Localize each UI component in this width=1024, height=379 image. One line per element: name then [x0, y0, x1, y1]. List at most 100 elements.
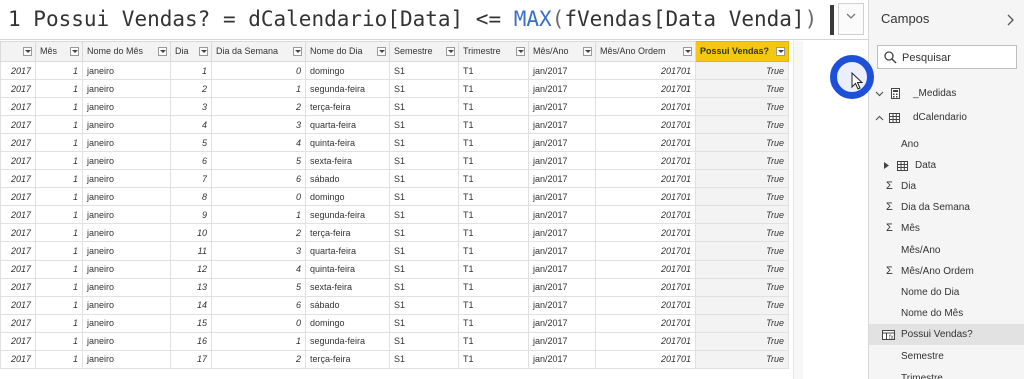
table-cell[interactable]: terça-feira [305, 349, 390, 369]
table-cell[interactable]: 17 [170, 349, 212, 369]
table-cell[interactable]: quinta-feira [305, 259, 390, 279]
table-cell[interactable]: 1 [35, 169, 83, 189]
column-header[interactable]: Nome do Mês [82, 41, 171, 62]
table-cell[interactable]: jan/2017 [528, 205, 596, 225]
table-cell[interactable]: 1 [35, 133, 83, 153]
column-header[interactable]: Dia da Semana [211, 41, 306, 62]
table-cell[interactable]: jan/2017 [528, 115, 596, 135]
table-cell[interactable]: T1 [458, 331, 529, 351]
table-cell[interactable]: jan/2017 [528, 313, 596, 333]
table-cell[interactable]: S1 [389, 259, 459, 279]
table-cell[interactable]: T1 [458, 169, 529, 189]
column-header[interactable]: Ano [0, 41, 36, 62]
table-cell[interactable]: 1 [35, 223, 83, 243]
table-cell[interactable]: janeiro [82, 331, 171, 351]
table-cell[interactable]: jan/2017 [528, 349, 596, 369]
table-cell[interactable]: 3 [170, 97, 212, 117]
chevron-right-icon[interactable] [1007, 14, 1015, 26]
table-cell[interactable]: S1 [389, 133, 459, 153]
table-dcalendario[interactable]: dCalendario [869, 107, 1024, 128]
table-cell[interactable]: 2017 [0, 223, 36, 243]
table-cell[interactable]: jan/2017 [528, 241, 596, 261]
table-cell[interactable]: 2017 [0, 133, 36, 153]
table-cell[interactable]: 6 [211, 169, 306, 189]
table-cell[interactable]: 2017 [0, 259, 36, 279]
table-cell[interactable]: 1 [35, 97, 83, 117]
field-item[interactable]: Data [869, 155, 1024, 176]
table-cell[interactable]: quinta-feira [305, 133, 390, 153]
field-item[interactable]: Σ Dia [869, 176, 1024, 197]
column-header[interactable]: Mês [35, 41, 83, 62]
field-item[interactable]: Nome do Dia [869, 282, 1024, 303]
table-cell[interactable]: 201701 [595, 349, 696, 369]
table-cell[interactable]: janeiro [82, 241, 171, 261]
table-cell[interactable]: S1 [389, 97, 459, 117]
column-filter-dropdown-icon[interactable] [683, 47, 692, 56]
table-cell[interactable]: 1 [35, 295, 83, 315]
field-item[interactable]: Ano [869, 134, 1024, 155]
table-cell[interactable]: janeiro [82, 187, 171, 207]
table-cell[interactable]: janeiro [82, 60, 171, 81]
table-cell[interactable]: janeiro [82, 115, 171, 135]
column-header[interactable]: Nome do Dia [305, 41, 390, 62]
table-cell[interactable]: 5 [170, 133, 212, 153]
table-cell[interactable]: 2 [170, 79, 212, 99]
column-header[interactable]: Mês/Ano Ordem [595, 41, 696, 62]
table-cell[interactable]: S1 [389, 115, 459, 135]
table-cell[interactable]: 1 [211, 331, 306, 351]
table-cell[interactable]: True [695, 187, 789, 207]
table-cell[interactable]: janeiro [82, 151, 171, 171]
table-cell[interactable]: sexta-feira [305, 151, 390, 171]
table-cell[interactable]: 201701 [595, 259, 696, 279]
fields-search-box[interactable] [877, 45, 1017, 69]
table-cell[interactable]: 9 [170, 205, 212, 225]
table-cell[interactable]: 7 [170, 169, 212, 189]
table-cell[interactable]: 13 [170, 277, 212, 297]
field-item[interactable]: Σ Mês/Ano Ordem [869, 261, 1024, 282]
table-cell[interactable]: S1 [389, 151, 459, 171]
table-cell[interactable]: T1 [458, 205, 529, 225]
table-cell[interactable]: S1 [389, 331, 459, 351]
table-cell[interactable]: 201701 [595, 133, 696, 153]
column-filter-dropdown-icon[interactable] [516, 47, 525, 56]
table-cell[interactable]: 201701 [595, 295, 696, 315]
table-cell[interactable]: 201701 [595, 169, 696, 189]
table-cell[interactable]: True [695, 259, 789, 279]
vertical-scrollbar[interactable] [793, 41, 803, 379]
table-cell[interactable]: T1 [458, 223, 529, 243]
table-cell[interactable]: 1 [35, 259, 83, 279]
table-cell[interactable]: S1 [389, 295, 459, 315]
table-cell[interactable]: 201701 [595, 223, 696, 243]
table-cell[interactable]: quarta-feira [305, 115, 390, 135]
table-cell[interactable]: 2 [211, 97, 306, 117]
formula-bar[interactable]: 1 Possui Vendas? = dCalendario[Data] <= … [0, 0, 868, 40]
table-cell[interactable]: 2017 [0, 205, 36, 225]
table-cell[interactable]: True [695, 277, 789, 297]
column-filter-dropdown-icon[interactable] [199, 47, 208, 56]
table-cell[interactable]: jan/2017 [528, 331, 596, 351]
field-item[interactable]: Mês/Ano [869, 240, 1024, 261]
table-cell[interactable]: 201701 [595, 79, 696, 99]
table-cell[interactable]: segunda-feira [305, 331, 390, 351]
triangle-right-icon[interactable] [884, 155, 889, 176]
table-cell[interactable]: T1 [458, 151, 529, 171]
table-cell[interactable]: jan/2017 [528, 133, 596, 153]
table-cell[interactable]: 5 [211, 151, 306, 171]
table-cell[interactable]: jan/2017 [528, 169, 596, 189]
table-cell[interactable]: 4 [211, 259, 306, 279]
column-header[interactable]: Possui Vendas? [695, 41, 789, 62]
table-cell[interactable]: sábado [305, 295, 390, 315]
table-cell[interactable]: domingo [305, 60, 390, 81]
table-cell[interactable]: 1 [35, 187, 83, 207]
table-cell[interactable]: 14 [170, 295, 212, 315]
table-cell[interactable]: 201701 [595, 151, 696, 171]
table-cell[interactable]: jan/2017 [528, 223, 596, 243]
table-cell[interactable]: sábado [305, 169, 390, 189]
table-cell[interactable]: 2017 [0, 331, 36, 351]
table-cell[interactable]: jan/2017 [528, 277, 596, 297]
table-cell[interactable]: 16 [170, 331, 212, 351]
table-cell[interactable]: jan/2017 [528, 187, 596, 207]
table-cell[interactable]: 201701 [595, 331, 696, 351]
table-cell[interactable]: True [695, 223, 789, 243]
table-cell[interactable]: 2 [211, 349, 306, 369]
